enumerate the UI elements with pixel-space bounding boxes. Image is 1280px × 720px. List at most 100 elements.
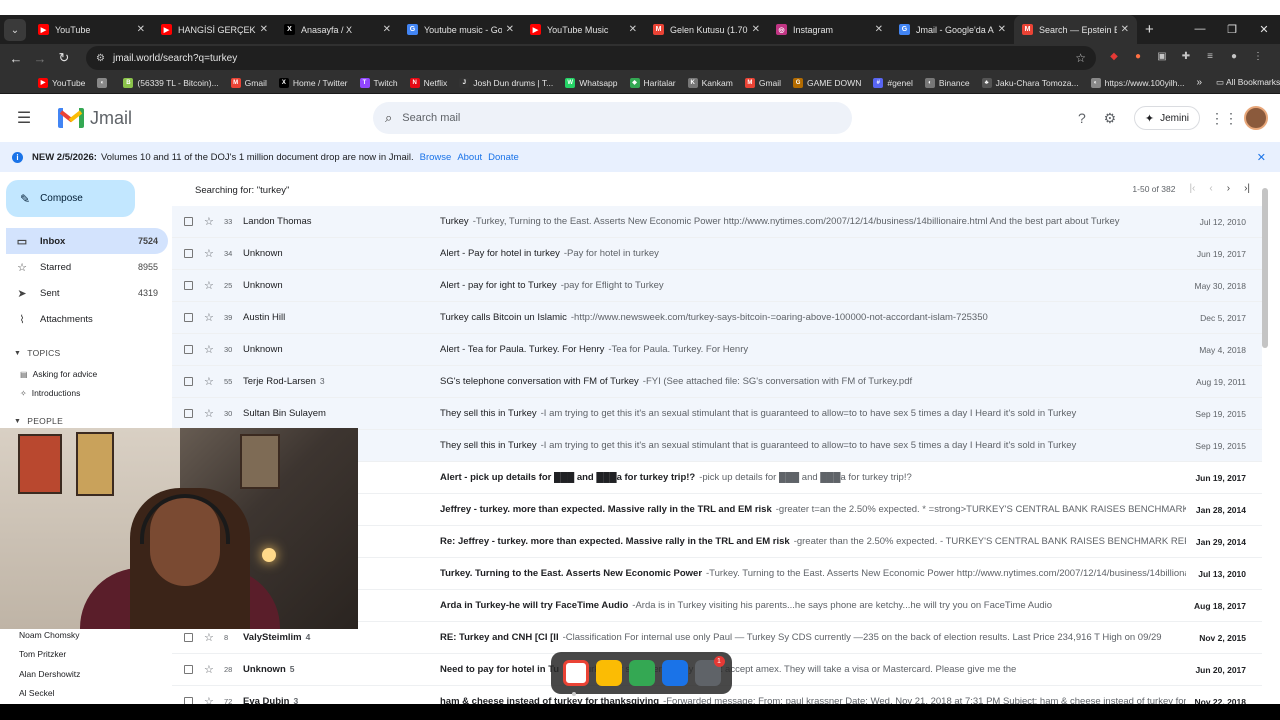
bookmark-item[interactable]: ◐ Binance bbox=[924, 77, 970, 88]
star-icon[interactable]: ☆ bbox=[204, 215, 216, 228]
puzzle-icon[interactable]: ✚ bbox=[1178, 51, 1194, 65]
drive-icon[interactable] bbox=[628, 660, 655, 686]
select-checkbox[interactable] bbox=[184, 217, 193, 226]
star-icon[interactable]: ☆ bbox=[204, 247, 216, 260]
profile-icon[interactable]: ● bbox=[1226, 51, 1242, 65]
extension-icon[interactable]: ▣ bbox=[1154, 51, 1170, 65]
select-checkbox[interactable] bbox=[184, 409, 193, 418]
media-icon[interactable]: ≡ bbox=[1202, 51, 1218, 65]
browser-tab[interactable]: X Anasayfa / X ✕ bbox=[276, 15, 399, 44]
select-checkbox[interactable] bbox=[184, 313, 193, 322]
star-icon[interactable]: ☆ bbox=[204, 631, 216, 644]
tab-close-icon[interactable]: ✕ bbox=[1121, 24, 1129, 35]
topic-item[interactable]: ✧ Introductions bbox=[20, 388, 80, 398]
people-header[interactable]: ▼ PEOPLE bbox=[14, 416, 63, 426]
bookmark-item[interactable]: W Whatsapp bbox=[565, 77, 618, 88]
star-icon[interactable]: ☆ bbox=[204, 311, 216, 324]
tab-close-icon[interactable]: ✕ bbox=[137, 24, 145, 35]
apps-grid-icon[interactable]: 1 bbox=[694, 656, 725, 686]
minimize-icon[interactable]: — bbox=[1184, 23, 1216, 44]
sidebar-item-sent[interactable]: ➤ Sent 4319 bbox=[6, 280, 168, 306]
bookmark-item[interactable]: J Josh Dun drums | T... bbox=[459, 77, 553, 88]
scrollbar[interactable] bbox=[1262, 188, 1268, 348]
bookmark-item[interactable]: ◆ Haritalar bbox=[629, 77, 676, 88]
tab-close-icon[interactable]: ✕ bbox=[752, 24, 760, 35]
star-icon[interactable]: ☆ bbox=[204, 343, 216, 356]
email-row[interactable]: ☆ 30 Unknown Alert - Tea for Paula. Turkey.… bbox=[172, 334, 1262, 366]
email-row[interactable]: ☆ 30 Sultan Bin Sulayem They sell this in T… bbox=[172, 398, 1262, 430]
forward-icon[interactable]: → bbox=[28, 51, 52, 66]
compose-button[interactable]: ✎ Compose bbox=[6, 180, 135, 217]
bookmarks-overflow-icon[interactable]: » bbox=[1196, 77, 1202, 88]
select-checkbox[interactable] bbox=[184, 633, 193, 642]
select-checkbox[interactable] bbox=[184, 249, 193, 258]
select-checkbox[interactable] bbox=[184, 665, 193, 674]
search-input[interactable]: ⌕ Search mail bbox=[373, 102, 852, 134]
extension-icon[interactable]: ◆ bbox=[1106, 51, 1122, 65]
browser-tab[interactable]: ▶ HANGİSİ GERÇEK SES ✕ bbox=[153, 15, 276, 44]
topics-header[interactable]: ▼ TOPICS bbox=[14, 348, 61, 358]
bookmark-item[interactable]: B (56339 TL - Bitcoin)... bbox=[123, 77, 219, 88]
browser-tab[interactable]: ▶ YouTube Music ✕ bbox=[522, 15, 645, 44]
person-item[interactable]: Noam Chomsky bbox=[19, 630, 79, 640]
tab-search-button[interactable]: ⌄ bbox=[4, 19, 26, 41]
prev-page-icon[interactable]: ‹ bbox=[1209, 183, 1212, 194]
email-row[interactable]: ☆ 39 Austin Hill Turkey calls Bitcoin un Is… bbox=[172, 302, 1262, 334]
bookmark-item[interactable]: ◐ bbox=[97, 77, 111, 88]
select-checkbox[interactable] bbox=[184, 377, 193, 386]
jmail-logo[interactable]: Jmail bbox=[58, 108, 132, 129]
tab-close-icon[interactable]: ✕ bbox=[506, 24, 514, 35]
email-row[interactable]: ☆ 55 Terje Rod-Larsen 3 SG's telephone conve… bbox=[172, 366, 1262, 398]
notice-link-donate[interactable]: Donate bbox=[488, 152, 519, 163]
extension-icon[interactable]: ● bbox=[1130, 51, 1146, 65]
select-checkbox[interactable] bbox=[184, 345, 193, 354]
bookmark-item[interactable]: G GAME DOWN bbox=[793, 77, 861, 88]
bookmark-item[interactable]: M Gmail bbox=[744, 77, 781, 88]
select-checkbox[interactable] bbox=[184, 281, 193, 290]
first-page-icon[interactable]: |‹ bbox=[1189, 183, 1195, 194]
apps-grid-icon[interactable]: ⋮⋮ bbox=[1210, 110, 1238, 127]
notice-link-about[interactable]: About bbox=[457, 152, 482, 163]
tab-close-icon[interactable]: ✕ bbox=[260, 24, 268, 35]
bookmark-item[interactable]: N Netflix bbox=[409, 77, 447, 88]
topic-item[interactable]: ▤ Asking for advice bbox=[20, 369, 97, 379]
bookmark-item[interactable]: X Home / Twitter bbox=[278, 77, 348, 88]
bookmark-item[interactable]: # #genel bbox=[873, 77, 913, 88]
person-item[interactable]: Al Seckel bbox=[19, 688, 54, 698]
bookmark-item[interactable]: K Kankam bbox=[687, 77, 733, 88]
star-icon[interactable]: ☆ bbox=[204, 407, 216, 420]
bookmark-item[interactable]: ◐ https://www.100yilh... bbox=[1090, 77, 1184, 88]
close-window-icon[interactable]: ✕ bbox=[1248, 23, 1280, 44]
star-icon[interactable]: ☆ bbox=[204, 279, 216, 292]
person-item[interactable]: Alan Dershowitz bbox=[19, 669, 80, 679]
reload-icon[interactable]: ↻ bbox=[52, 50, 76, 66]
browser-tab[interactable]: ◎ Instagram ✕ bbox=[768, 15, 891, 44]
email-row[interactable]: ☆ 34 Unknown Alert - Pay for hotel in turke… bbox=[172, 238, 1262, 270]
new-tab-button[interactable]: + bbox=[1145, 21, 1154, 38]
bookmark-item[interactable]: ♣ Jaku-Chara Tomoza... bbox=[981, 77, 1079, 88]
bookmark-item[interactable]: T Twitch bbox=[359, 77, 398, 88]
email-row[interactable]: ☆ 33 Landon Thomas Turkey -Turkey, Turning t… bbox=[172, 206, 1262, 238]
photos-icon[interactable] bbox=[595, 660, 622, 686]
back-icon[interactable]: ← bbox=[4, 51, 28, 66]
star-icon[interactable]: ☆ bbox=[204, 375, 216, 388]
search-icon[interactable]: ⌕ bbox=[385, 110, 392, 126]
site-info-icon[interactable]: ⚙ bbox=[96, 53, 105, 64]
email-row[interactable]: ☆ 25 Unknown Alert - pay for ight to Turkey… bbox=[172, 270, 1262, 302]
notice-link-browse[interactable]: Browse bbox=[420, 152, 452, 163]
help-icon[interactable]: ? bbox=[1068, 110, 1096, 126]
browser-tab[interactable]: G Youtube music - Goo ✕ bbox=[399, 15, 522, 44]
star-icon[interactable]: ☆ bbox=[204, 663, 216, 676]
sidebar-item-attachments[interactable]: ⌇ Attachments bbox=[6, 306, 168, 332]
tab-close-icon[interactable]: ✕ bbox=[998, 24, 1006, 35]
gmail-icon[interactable] bbox=[562, 660, 589, 686]
browser-tab[interactable]: G Jmail - Google'da Ara ✕ bbox=[891, 15, 1014, 44]
tab-close-icon[interactable]: ✕ bbox=[629, 24, 637, 35]
tab-close-icon[interactable]: ✕ bbox=[383, 24, 391, 35]
browser-tab[interactable]: ▶ YouTube ✕ bbox=[30, 15, 153, 44]
all-bookmarks-button[interactable]: ▭ All Bookmarks bbox=[1216, 77, 1280, 88]
last-page-icon[interactable]: ›| bbox=[1244, 183, 1250, 194]
bookmark-star-icon[interactable]: ☆ bbox=[1075, 51, 1086, 65]
person-item[interactable]: Tom Pritzker bbox=[19, 649, 66, 659]
bookmark-item[interactable]: ▶ YouTube bbox=[38, 77, 85, 88]
